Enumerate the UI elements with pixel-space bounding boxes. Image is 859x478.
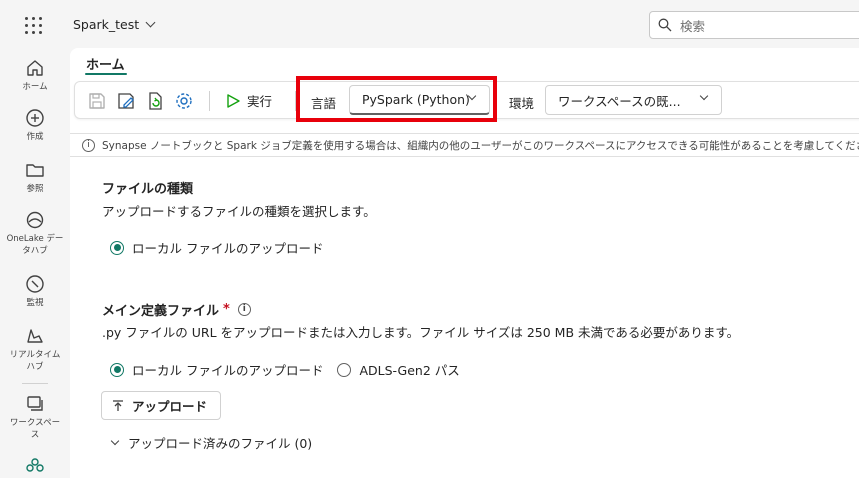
radio-adls[interactable] — [337, 362, 352, 377]
info-icon: i — [82, 138, 95, 152]
rail-item-create[interactable]: 作成 — [0, 108, 70, 143]
rail-label-realtime-hub: リアルタイム ハブ — [9, 350, 61, 372]
rail-label-monitor: 監視 — [26, 298, 44, 308]
environment-dropdown[interactable]: ワークスペースの既... — [545, 85, 722, 115]
uploaded-files-toggle[interactable]: アップロード済みのファイル (0) — [110, 433, 313, 452]
left-nav-rail: ホーム 作成 参照 OneLake データハブ 監視 リアルタイム ハブ ワーク… — [0, 50, 70, 478]
app-launcher-icon[interactable] — [24, 16, 44, 36]
rail-item-onelake[interactable]: OneLake データハブ — [0, 210, 70, 257]
environment-value: ワークスペースの既... — [558, 93, 681, 109]
play-icon — [227, 93, 240, 108]
browse-icon — [26, 164, 44, 177]
info-text: Synapse ノートブックと Spark ジョブ定義を使用する場合は、組織内の… — [102, 139, 859, 152]
main-def-title: メイン定義ファイル — [102, 304, 220, 319]
rail-label-create: 作成 — [26, 132, 44, 142]
settings-gear-icon[interactable] — [174, 91, 194, 111]
chevron-down-icon — [110, 436, 120, 446]
chevron-down-icon — [699, 91, 709, 101]
realtime-hub-icon — [27, 329, 43, 343]
required-mark: * — [223, 302, 230, 317]
refresh-file-icon[interactable] — [145, 91, 165, 111]
tab-home[interactable]: ホーム — [86, 54, 125, 73]
monitor-icon — [26, 275, 44, 293]
environment-label: 環境 — [509, 96, 535, 111]
annotation-highlight-box — [296, 76, 497, 122]
rail-divider — [22, 383, 48, 384]
toolbar-divider — [209, 91, 210, 111]
radio-selected[interactable] — [110, 240, 124, 255]
file-type-local-option[interactable]: ローカル ファイルのアップロード — [110, 238, 323, 257]
rail-label-onelake: OneLake データハブ — [6, 234, 64, 256]
file-type-title: ファイルの種類 — [102, 182, 194, 197]
rail-item-monitor[interactable]: 監視 — [0, 274, 70, 309]
main-def-local-label[interactable]: ローカル ファイルのアップロード — [132, 360, 323, 379]
search-icon — [658, 18, 672, 32]
top-bar: Spark_test 検索 — [0, 0, 859, 50]
home-icon — [27, 60, 43, 76]
radio-local-selected[interactable] — [110, 362, 124, 377]
rail-item-workspaces[interactable]: ワークスペース — [0, 394, 70, 441]
upload-arrow-icon — [113, 399, 123, 411]
rail-item-realtime-hub[interactable]: リアルタイム ハブ — [0, 326, 70, 373]
rail-label-browse: 参照 — [26, 184, 44, 194]
rail-item-current-workspace[interactable] — [0, 456, 70, 476]
main-panel: ホーム 実行 言語 PySpark (Python) 環境 ワークスペースの既.… — [70, 48, 859, 478]
main-def-adls-label[interactable]: ADLS-Gen2 パス — [359, 360, 459, 379]
save-icon[interactable] — [87, 91, 107, 111]
tab-home-indicator — [85, 73, 127, 75]
onelake-icon — [26, 211, 44, 229]
rail-item-browse[interactable]: 参照 — [0, 160, 70, 195]
main-def-description: .py ファイルの URL をアップロードまたは入力します。ファイル サイズは … — [102, 325, 740, 340]
run-label: 実行 — [247, 94, 273, 109]
run-button[interactable]: 実行 — [225, 91, 272, 110]
workspace-group-icon — [26, 458, 44, 472]
info-icon[interactable]: i — [237, 303, 251, 316]
file-type-description: アップロードするファイルの種類を選択します。 — [102, 204, 376, 219]
workspaces-icon — [27, 396, 43, 411]
info-banner: i Synapse ノートブックと Spark ジョブ定義を使用する場合は、組織… — [70, 133, 859, 157]
create-icon — [26, 109, 44, 127]
workspace-name: Spark_test — [73, 17, 140, 32]
app-window: Spark_test 検索 ホーム 作成 参照 OneLake データハブ 監視 — [0, 0, 859, 478]
file-type-local-label: ローカル ファイルのアップロード — [132, 241, 324, 256]
main-def-title-row: メイン定義ファイル * i — [102, 300, 251, 319]
chevron-down-icon — [145, 17, 156, 28]
edit-settings-icon[interactable] — [116, 91, 136, 111]
upload-label: アップロード — [132, 399, 208, 414]
workspace-switcher[interactable]: Spark_test — [73, 17, 156, 32]
search-placeholder: 検索 — [680, 18, 706, 34]
main-def-options: ローカル ファイルのアップロード ADLS-Gen2 パス — [110, 360, 460, 379]
rail-label-workspaces: ワークスペース — [9, 418, 61, 440]
rail-label-home: ホーム — [22, 82, 48, 92]
upload-button[interactable]: アップロード — [101, 391, 221, 420]
search-box[interactable]: 検索 — [649, 11, 859, 39]
rail-item-home[interactable]: ホーム — [0, 58, 70, 93]
uploaded-files-label: アップロード済みのファイル (0) — [128, 436, 313, 451]
